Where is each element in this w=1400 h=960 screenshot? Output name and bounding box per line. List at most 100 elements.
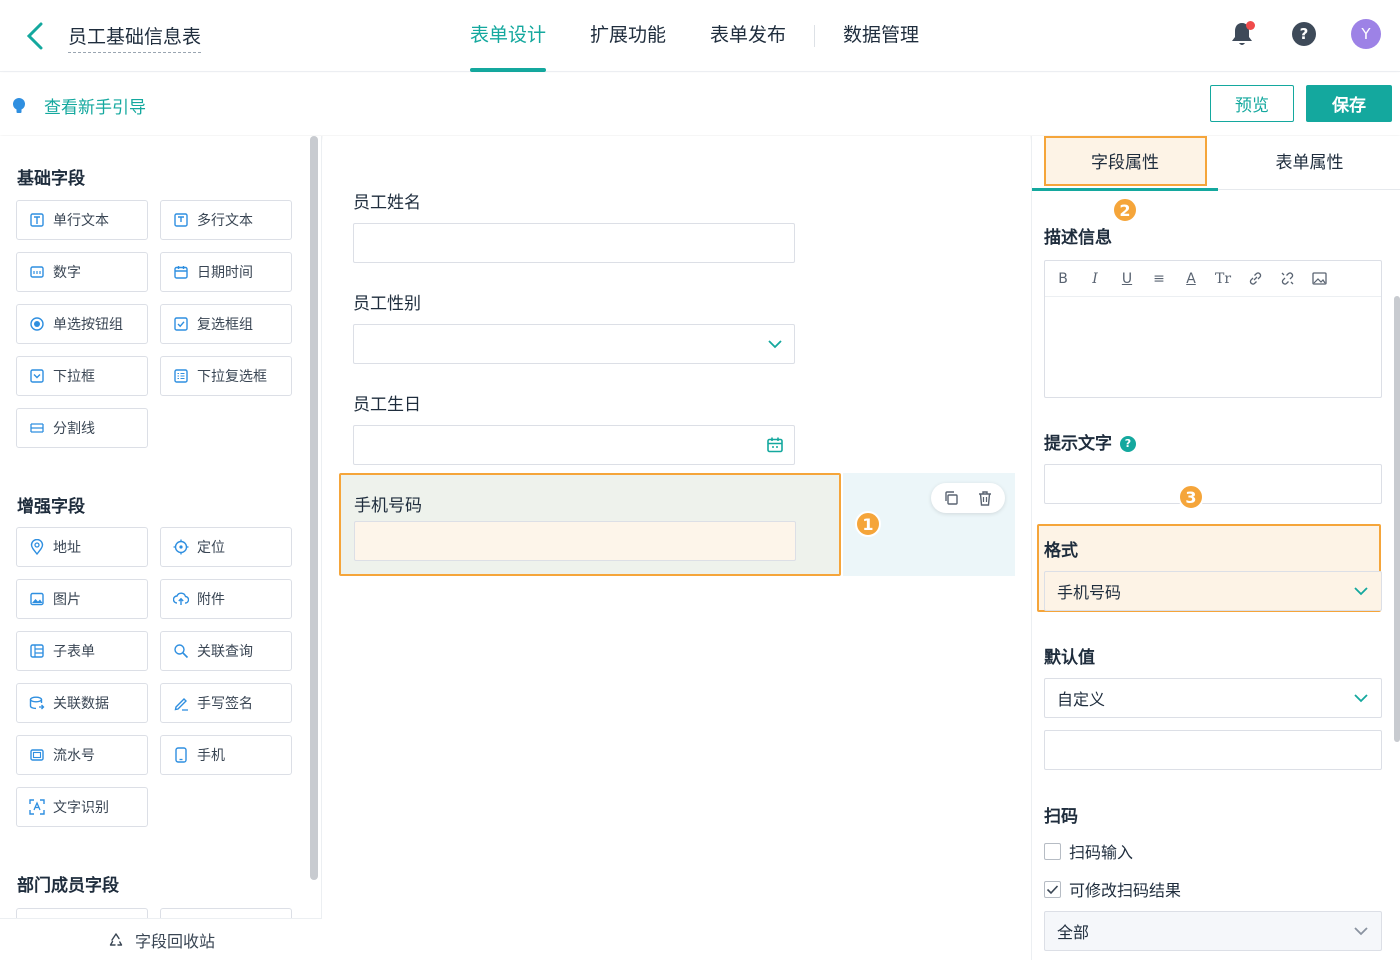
field-dropdown[interactable]: 下拉框 (16, 356, 148, 396)
tab-form-publish[interactable]: 表单发布 (688, 0, 808, 72)
copy-field-button[interactable] (937, 486, 965, 510)
save-button[interactable]: 保存 (1306, 85, 1392, 122)
field-label: 文字识别 (53, 800, 109, 816)
underline-button[interactable]: U (1115, 267, 1139, 291)
serial-number-icon (29, 747, 45, 763)
field-single-line-text[interactable]: 单行文本 (16, 200, 148, 240)
editor-toolbar: B I U ≡ A Tr (1045, 261, 1381, 297)
form-title[interactable]: 员工基础信息表 (68, 22, 202, 53)
field-dropdown-multi[interactable]: 下拉复选框 (160, 356, 292, 396)
main-nav: 表单设计 扩展功能 表单发布 数据管理 (448, 0, 941, 72)
search-link-icon (173, 643, 189, 659)
field-label: 流水号 (53, 748, 95, 764)
field-recycle-bin-button[interactable]: 字段回收站 (0, 918, 322, 960)
help-button[interactable]: ? (1288, 16, 1320, 52)
phone-input-preview[interactable] (354, 521, 796, 561)
properties-panel: 字段属性 表单属性 2 描述信息 B I U ≡ A Tr 提示文字? 3 格式 (1031, 136, 1400, 960)
italic-button[interactable]: I (1083, 267, 1107, 291)
unlink-icon (1281, 272, 1293, 285)
default-value-select[interactable]: 自定义 (1044, 678, 1382, 718)
default-value-input[interactable] (1044, 730, 1382, 770)
field-title: 手机号码 (354, 496, 422, 516)
canvas-field-gender[interactable]: 员工性别 (353, 289, 795, 364)
scan-input-checkbox[interactable] (1044, 842, 1061, 860)
field-divider[interactable]: 分割线 (16, 408, 148, 448)
scan-range-select[interactable]: 全部 (1044, 911, 1382, 951)
field-subform[interactable]: 子表单 (16, 631, 148, 671)
canvas-field-name[interactable]: 员工姓名 (353, 188, 795, 263)
select-input-preview[interactable] (353, 324, 795, 364)
database-link-icon (29, 695, 45, 711)
field-title: 员工生日 (353, 395, 421, 415)
question-icon[interactable]: ? (1120, 435, 1136, 452)
dropdown-icon (29, 368, 45, 384)
chevron-down-icon (1354, 694, 1368, 703)
tab-extensions[interactable]: 扩展功能 (568, 0, 688, 72)
bold-button[interactable]: B (1051, 267, 1075, 291)
canvas-field-phone-selected[interactable]: 手机号码 (339, 473, 841, 576)
field-related-query[interactable]: 关联查询 (160, 631, 292, 671)
text-scan-icon (29, 799, 45, 815)
field-serial-number[interactable]: 流水号 (16, 735, 148, 775)
tab-form-design[interactable]: 表单设计 (448, 0, 568, 72)
canvas-field-birthday[interactable]: 员工生日 (353, 390, 795, 465)
image-icon (1311, 272, 1327, 285)
field-mobile[interactable]: 手机 (160, 735, 292, 775)
unlink-button[interactable] (1275, 267, 1299, 291)
guide-link-label: 查看新手引导 (44, 98, 146, 118)
properties-scrollbar[interactable] (1394, 296, 1400, 742)
default-value-select-value: 自定义 (1057, 690, 1106, 709)
field-label: 关联查询 (197, 644, 253, 660)
guide-link[interactable]: 查看新手引导 (12, 93, 146, 118)
top-bar: 员工基础信息表 表单设计 扩展功能 表单发布 数据管理 ? Y (0, 0, 1400, 72)
scan-input-checkbox-row[interactable]: 扫码输入 (1044, 839, 1133, 863)
field-related-data[interactable]: 关联数据 (16, 683, 148, 723)
field-checkbox-group[interactable]: 复选框组 (160, 304, 292, 344)
font-color-button[interactable]: A (1179, 267, 1203, 291)
hint-text-input[interactable] (1044, 464, 1382, 504)
group-title-department: 部门成员字段 (17, 876, 119, 896)
back-button[interactable] (20, 18, 50, 54)
field-library-panel: 基础字段 单行文本 多行文本 数字 日期时间 单选按钮组 复选框组 下拉框 下拉… (0, 136, 322, 960)
field-number[interactable]: 数字 (16, 252, 148, 292)
field-location[interactable]: 定位 (160, 527, 292, 567)
field-signature[interactable]: 手写签名 (160, 683, 292, 723)
left-panel-scrollbar[interactable] (310, 136, 318, 880)
field-address[interactable]: 地址 (16, 527, 148, 567)
notification-dot (1246, 21, 1255, 30)
field-attachment[interactable]: 附件 (160, 579, 292, 619)
field-label: 日期时间 (197, 265, 253, 281)
field-multi-line-text[interactable]: 多行文本 (160, 200, 292, 240)
notification-button[interactable] (1226, 16, 1258, 52)
scan-modify-checkbox-row[interactable]: 可修改扫码结果 (1044, 877, 1181, 901)
mobile-phone-icon (173, 747, 189, 763)
font-size-button[interactable]: Tr (1211, 267, 1235, 291)
delete-field-button[interactable] (971, 486, 999, 510)
step-badge-2: 2 (1112, 197, 1138, 223)
map-pin-icon (29, 539, 45, 555)
avatar: Y (1351, 19, 1381, 49)
preview-button[interactable]: 预览 (1210, 85, 1294, 122)
field-ocr[interactable]: 文字识别 (16, 787, 148, 827)
number-icon (29, 264, 45, 280)
date-input-preview[interactable] (353, 425, 795, 465)
tab-data-management[interactable]: 数据管理 (821, 0, 941, 72)
field-image[interactable]: 图片 (16, 579, 148, 619)
link-button[interactable] (1243, 267, 1267, 291)
field-datetime[interactable]: 日期时间 (160, 252, 292, 292)
align-button[interactable]: ≡ (1147, 267, 1171, 291)
user-avatar-button[interactable]: Y (1350, 16, 1382, 52)
description-editor[interactable]: B I U ≡ A Tr (1044, 260, 1382, 398)
field-radio-group[interactable]: 单选按钮组 (16, 304, 148, 344)
insert-image-button[interactable] (1307, 267, 1331, 291)
scan-modify-checkbox[interactable] (1044, 880, 1061, 898)
format-select[interactable]: 手机号码 (1044, 571, 1382, 611)
tab-form-properties[interactable]: 表单属性 (1218, 136, 1400, 190)
enhanced-fields-grid: 地址 定位 图片 附件 子表单 关联查询 关联数据 手写签名 流水号 手机 文字… (16, 527, 292, 827)
chevron-down-icon (768, 340, 782, 349)
check-icon (1046, 884, 1059, 894)
tab-field-properties[interactable]: 字段属性 (1032, 136, 1218, 191)
text-input-preview[interactable] (353, 223, 795, 263)
hint-text-label: 提示文字? (1044, 429, 1136, 454)
scan-label: 扫码 (1044, 807, 1078, 827)
